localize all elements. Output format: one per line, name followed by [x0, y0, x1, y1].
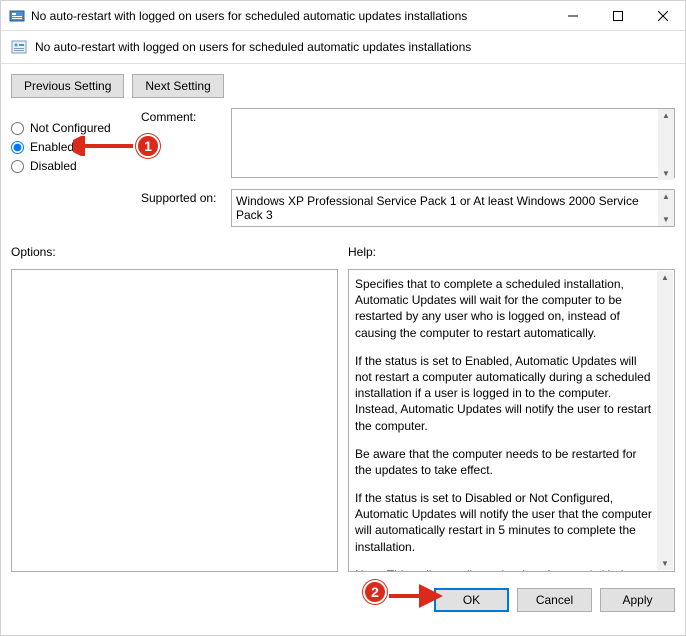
radio-enabled-label: Enabled: [30, 140, 74, 154]
cancel-button[interactable]: Cancel: [517, 588, 592, 612]
help-box: Specifies that to complete a scheduled i…: [348, 269, 675, 572]
help-scrollbar[interactable]: ▲▼: [657, 271, 673, 570]
supported-on-value: Windows XP Professional Service Pack 1 o…: [231, 189, 675, 227]
annotation-arrow-1: [73, 136, 138, 156]
fields: Comment: ▲▼ Supported on: Windows XP Pro…: [141, 108, 675, 235]
radio-disabled-label: Disabled: [30, 159, 77, 173]
previous-setting-button[interactable]: Previous Setting: [11, 74, 124, 98]
gpedit-icon: [9, 8, 25, 24]
supported-scrollbar[interactable]: ▲▼: [658, 190, 674, 226]
scroll-down-icon: ▼: [661, 557, 669, 570]
radio-not-configured-label: Not Configured: [30, 121, 111, 135]
policy-header: No auto-restart with logged on users for…: [1, 31, 685, 64]
policy-title: No auto-restart with logged on users for…: [35, 40, 471, 54]
config-area: Not Configured Enabled Disabled 1 Commen…: [1, 108, 685, 245]
apply-button[interactable]: Apply: [600, 588, 675, 612]
supported-label: Supported on:: [141, 189, 231, 227]
scroll-down-icon: ▼: [662, 213, 670, 226]
radio-disabled[interactable]: Disabled: [11, 159, 131, 173]
comment-textarea[interactable]: [231, 108, 675, 178]
help-label: Help:: [348, 245, 675, 259]
panes: Options: Help: Specifies that to complet…: [1, 245, 685, 580]
comment-scrollbar[interactable]: ▲▼: [658, 109, 674, 180]
titlebar: No auto-restart with logged on users for…: [1, 1, 685, 31]
state-radios: Not Configured Enabled Disabled 1: [11, 108, 131, 235]
help-pane: Help: Specifies that to complete a sched…: [348, 245, 675, 572]
radio-not-configured[interactable]: Not Configured: [11, 121, 131, 135]
minimize-button[interactable]: [550, 1, 595, 31]
scroll-up-icon: ▲: [662, 109, 670, 122]
options-label: Options:: [11, 245, 338, 259]
help-text: Note: This policy applies only when Auto…: [355, 567, 656, 572]
radio-not-configured-input[interactable]: [11, 122, 24, 135]
window-title: No auto-restart with logged on users for…: [31, 9, 550, 23]
next-setting-button[interactable]: Next Setting: [132, 74, 223, 98]
scroll-up-icon: ▲: [661, 271, 669, 284]
help-text: Be aware that the computer needs to be r…: [355, 446, 656, 478]
radio-enabled-input[interactable]: [11, 141, 24, 154]
policy-icon: [11, 39, 27, 55]
help-text: If the status is set to Disabled or Not …: [355, 490, 656, 555]
annotation-callout-2: 2: [363, 580, 387, 604]
annotation-arrow-2: [387, 584, 447, 608]
help-text: Specifies that to complete a scheduled i…: [355, 276, 656, 341]
maximize-button[interactable]: [595, 1, 640, 31]
scroll-down-icon: ▼: [662, 167, 670, 180]
close-button[interactable]: [640, 1, 685, 31]
footer-buttons: 2 OK Cancel Apply: [1, 580, 685, 620]
nav-buttons: Previous Setting Next Setting: [1, 64, 685, 108]
help-text: If the status is set to Enabled, Automat…: [355, 353, 656, 434]
options-box: [11, 269, 338, 572]
annotation-callout-1: 1: [136, 134, 160, 158]
options-pane: Options:: [11, 245, 338, 572]
radio-disabled-input[interactable]: [11, 160, 24, 173]
scroll-up-icon: ▲: [662, 190, 670, 203]
